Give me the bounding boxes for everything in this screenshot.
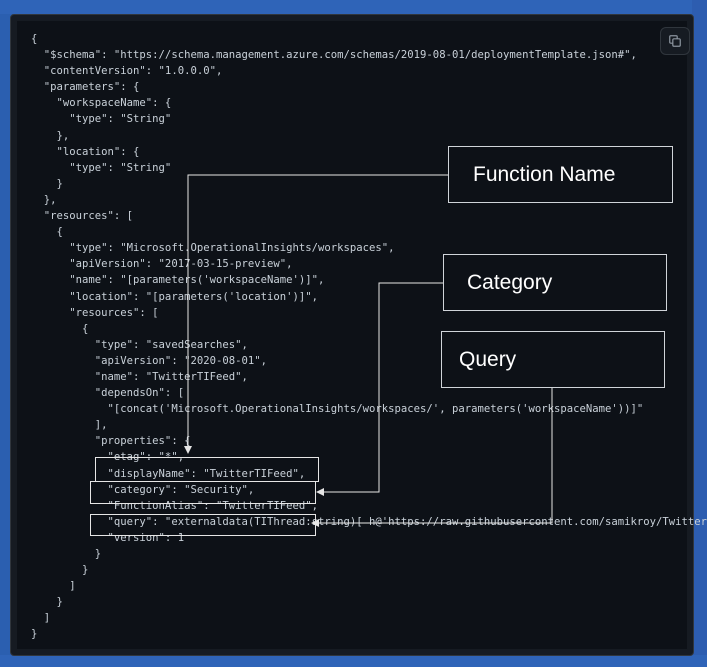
category-arrow bbox=[316, 282, 444, 496]
category-callout: Category bbox=[443, 254, 667, 311]
query-label: Query bbox=[459, 347, 517, 371]
category-label: Category bbox=[467, 270, 553, 294]
function-name-callout: Function Name bbox=[448, 146, 673, 203]
query-arrow bbox=[311, 388, 553, 527]
query-callout: Query bbox=[441, 331, 665, 388]
function-name-arrow bbox=[184, 174, 449, 454]
function-name-label: Function Name bbox=[473, 162, 616, 186]
